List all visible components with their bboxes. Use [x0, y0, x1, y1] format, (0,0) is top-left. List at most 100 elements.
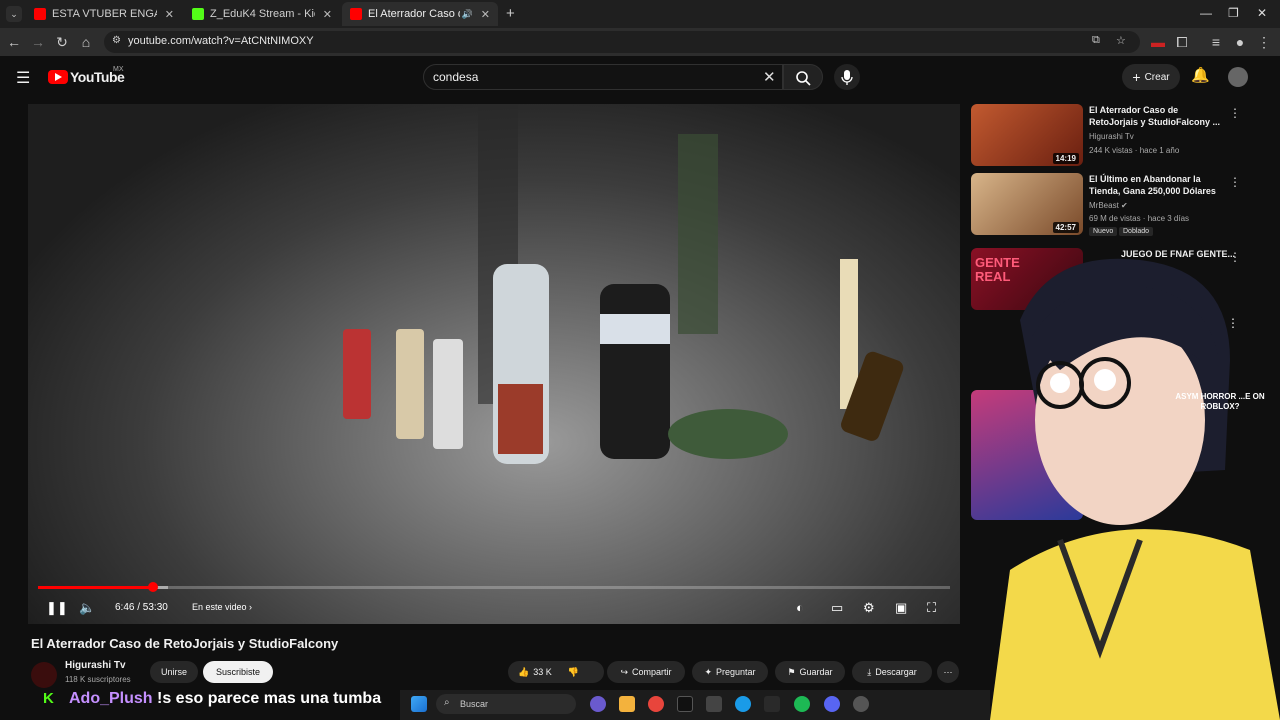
- dubbed-badge: Doblado: [1119, 227, 1154, 236]
- stream-overlay-caption: ASYM HORROR ...E ON ROBLOX?: [1175, 392, 1265, 411]
- progress-track[interactable]: [38, 586, 950, 589]
- forward-icon[interactable]: →: [30, 34, 46, 50]
- channel-avatar[interactable]: [31, 662, 57, 688]
- share-button[interactable]: ↪ Compartir: [607, 661, 685, 683]
- avatar[interactable]: [1228, 67, 1248, 87]
- sparkle-icon: ✦: [704, 666, 712, 677]
- download-icon: ⤓: [867, 666, 872, 677]
- channel-name[interactable]: Higurashi Tv: [65, 660, 126, 671]
- new-tab-button[interactable]: +: [506, 5, 515, 22]
- app-icon[interactable]: [764, 696, 780, 712]
- install-app-icon[interactable]: ⧉: [1092, 34, 1100, 47]
- windows-start-icon[interactable]: [411, 696, 427, 712]
- plus-icon: +: [1132, 69, 1141, 85]
- edge-icon[interactable]: [735, 696, 751, 712]
- create-button[interactable]: + Crear: [1122, 64, 1180, 90]
- video-scene-image: [343, 104, 904, 464]
- bookmark-icon: ⚑: [787, 666, 796, 677]
- file-explorer-icon[interactable]: [619, 696, 635, 712]
- video-player[interactable]: ❚❚ 🔈 6:46 / 53:30 En este video › ◐ ▭ ⚙ …: [28, 104, 960, 624]
- recommended-video[interactable]: 42:57 El Último en Abandonar la Tienda, …: [971, 173, 1241, 239]
- speaker-icon[interactable]: 🔊: [462, 9, 473, 20]
- clear-search-icon[interactable]: ✕: [763, 68, 776, 86]
- search-icon: ⌕: [444, 697, 450, 708]
- browser-tab-1[interactable]: ESTA VTUBER ENGAÑO A SU E ✕: [26, 2, 182, 26]
- tab-list-button[interactable]: ⌄: [6, 6, 22, 22]
- copilot-icon[interactable]: [590, 696, 606, 712]
- chapters-button[interactable]: En este video ›: [192, 602, 252, 612]
- recommended-channel[interactable]: Higurashi Tv: [1089, 132, 1134, 141]
- reload-icon[interactable]: ↻: [54, 34, 70, 50]
- url-text: youtube.com/watch?v=AtCNtNIMOXY: [128, 35, 314, 47]
- app-icon[interactable]: [706, 696, 722, 712]
- voice-search-button[interactable]: [834, 64, 860, 90]
- like-count[interactable]: 33 K: [533, 667, 552, 677]
- taskbar-search-placeholder: Buscar: [460, 699, 489, 709]
- volume-icon[interactable]: 🔈: [79, 600, 95, 616]
- hamburger-menu-icon[interactable]: ☰: [16, 68, 30, 88]
- profile-icon[interactable]: ●: [1232, 34, 1248, 50]
- chapter-label: En este video: [192, 602, 247, 612]
- download-label: Descargar: [875, 667, 917, 677]
- back-icon[interactable]: ←: [6, 34, 22, 50]
- search-button[interactable]: [783, 64, 823, 90]
- recommended-video[interactable]: 14:19 El Aterrador Caso de RetoJorjais y…: [971, 104, 1241, 170]
- subtitles-icon[interactable]: ▭: [831, 600, 843, 616]
- recommended-title[interactable]: El Aterrador Caso de RetoJorjais y Studi…: [1089, 104, 1224, 128]
- fullscreen-icon[interactable]: ⛶: [927, 600, 936, 616]
- close-tab-icon[interactable]: ✕: [165, 8, 174, 21]
- more-actions-button[interactable]: ⋯: [937, 661, 959, 683]
- dislike-icon[interactable]: 👎: [568, 667, 579, 678]
- close-window-icon[interactable]: ✕: [1257, 6, 1267, 20]
- theater-mode-icon[interactable]: ▣: [895, 600, 907, 616]
- download-button[interactable]: ⤓ Descargar: [852, 661, 932, 683]
- extensions-puzzle-icon[interactable]: ⧠: [1174, 34, 1190, 50]
- chrome-icon[interactable]: [648, 696, 664, 712]
- chat-username: Ado_Plush: [69, 690, 153, 707]
- taskbar-search[interactable]: ⌕ Buscar: [436, 694, 576, 714]
- video-frame: [28, 104, 960, 624]
- bookmark-star-icon[interactable]: ☆: [1116, 34, 1126, 47]
- more-options-icon[interactable]: ⋮: [1229, 175, 1241, 189]
- create-label: Crear: [1144, 71, 1170, 83]
- share-icon: ↪: [620, 666, 629, 677]
- discord-icon[interactable]: [824, 696, 840, 712]
- tab-title: ESTA VTUBER ENGAÑO A SU E: [52, 8, 157, 20]
- tab-title: El Aterrador Caso de RetoJ: [368, 8, 460, 20]
- browser-tab-bar: ⌄ ESTA VTUBER ENGAÑO A SU E ✕ Z_EduK4 St…: [0, 0, 1280, 28]
- autoplay-toggle-icon[interactable]: ◐: [796, 600, 804, 615]
- kick-favicon-icon: [192, 8, 204, 20]
- notifications-bell-icon[interactable]: 🔔: [1191, 66, 1210, 84]
- time-display: 6:46 / 53:30: [115, 602, 168, 613]
- ask-button[interactable]: ✦ Preguntar: [692, 661, 768, 683]
- pause-icon[interactable]: ❚❚: [46, 600, 68, 616]
- save-button[interactable]: ⚑ Guardar: [775, 661, 845, 683]
- more-options-icon[interactable]: ⋮: [1229, 106, 1241, 120]
- search-icon: [796, 71, 811, 86]
- close-tab-icon[interactable]: ✕: [323, 8, 332, 21]
- close-tab-icon[interactable]: ✕: [481, 8, 490, 21]
- recommended-channel[interactable]: MrBeast ✔: [1089, 201, 1128, 210]
- subscribe-button[interactable]: Suscribiste: [203, 661, 273, 683]
- youtube-logo-icon[interactable]: [48, 70, 68, 84]
- home-icon[interactable]: ⌂: [78, 34, 94, 50]
- media-control-icon[interactable]: ≡: [1208, 34, 1224, 50]
- tiktok-icon[interactable]: [677, 696, 693, 712]
- spotify-icon[interactable]: [794, 696, 810, 712]
- site-info-icon[interactable]: ⚙: [112, 35, 121, 46]
- browser-menu-icon[interactable]: ⋮: [1256, 34, 1272, 50]
- video-title: El Aterrador Caso de RetoJorjais y Studi…: [31, 636, 339, 651]
- like-icon[interactable]: 👍: [518, 667, 529, 678]
- recommended-title[interactable]: El Último en Abandonar la Tienda, Gana 2…: [1089, 173, 1224, 197]
- extension-icon[interactable]: ▬: [1150, 34, 1166, 50]
- address-bar[interactable]: ⚙ youtube.com/watch?v=AtCNtNIMOXY ⧉ ☆: [104, 31, 1140, 53]
- minimize-icon[interactable]: —: [1200, 6, 1212, 20]
- maximize-icon[interactable]: ❐: [1228, 6, 1239, 20]
- settings-gear-icon[interactable]: ⚙: [863, 600, 875, 616]
- obs-icon[interactable]: [853, 696, 869, 712]
- subscriber-count: 118 K suscriptores: [65, 675, 131, 684]
- join-button[interactable]: Unirse: [150, 661, 198, 683]
- browser-tab-2[interactable]: Z_EduK4 Stream - Kick Dashbo ✕: [184, 2, 340, 26]
- join-label: Unirse: [160, 667, 187, 677]
- browser-tab-3[interactable]: El Aterrador Caso de RetoJ 🔊 ✕: [342, 2, 498, 26]
